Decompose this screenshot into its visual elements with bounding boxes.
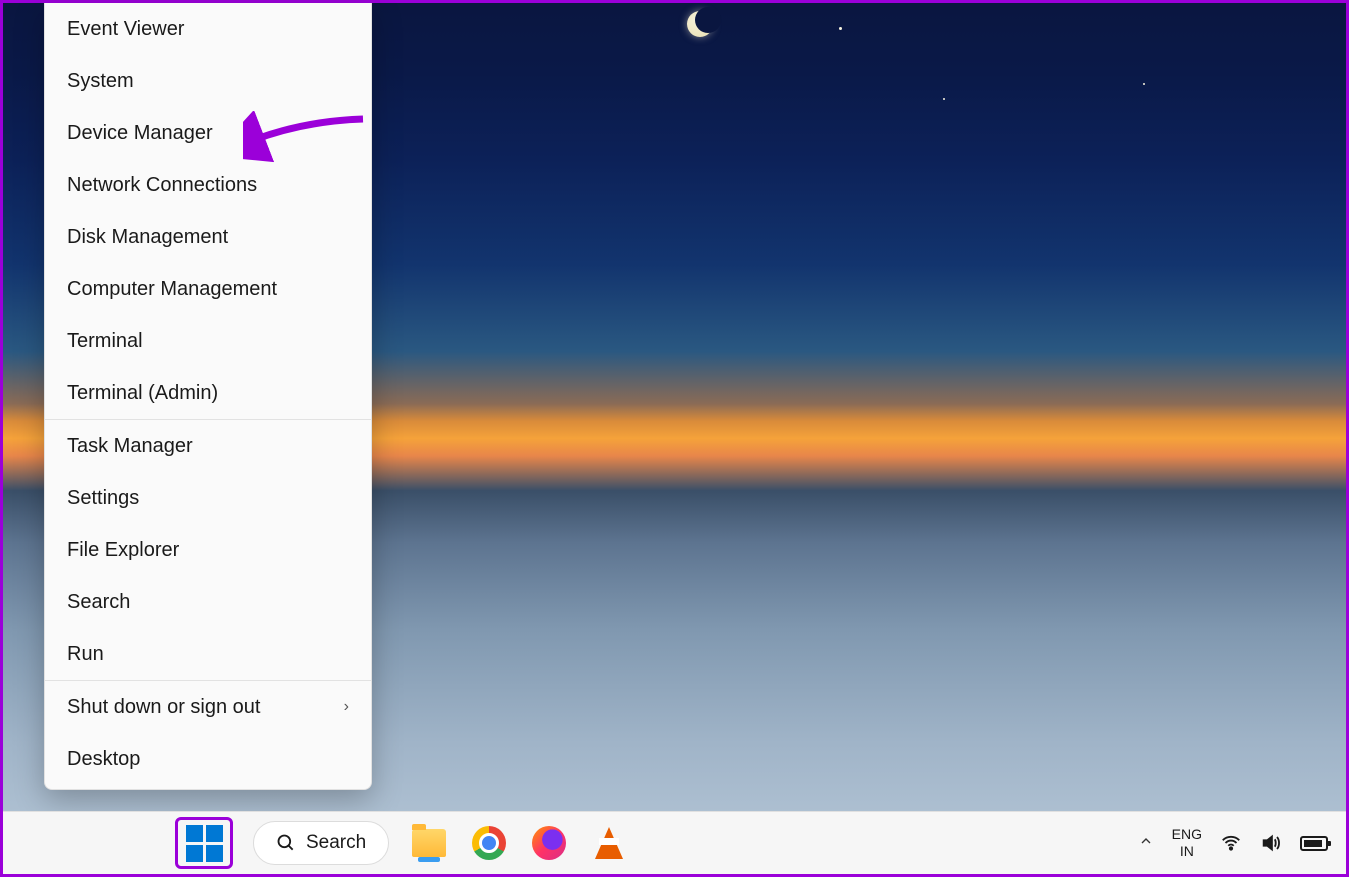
battery-icon [1300,836,1328,851]
lang-line2: IN [1172,843,1202,860]
menu-item-device-manager[interactable]: Device Manager [45,107,371,159]
menu-item-label: Shut down or sign out [67,696,260,719]
taskbar-search[interactable]: Search [253,821,389,865]
volume-indicator[interactable] [1260,832,1282,854]
tray-overflow-chevron[interactable] [1138,833,1154,853]
file-explorer-icon [412,829,446,857]
taskbar-app-file-explorer[interactable] [409,823,449,863]
taskbar-app-firefox[interactable] [529,823,569,863]
taskbar: Search ENG IN [3,811,1346,874]
menu-item-label: Terminal (Admin) [67,382,218,405]
firefox-icon [532,826,566,860]
menu-item-desktop[interactable]: Desktop [45,733,371,785]
menu-item-label: Task Manager [67,435,193,458]
menu-item-label: Disk Management [67,226,228,249]
taskbar-app-vlc[interactable] [589,823,629,863]
menu-item-shut-down-or-sign-out[interactable]: Shut down or sign out › [45,681,371,733]
taskbar-app-chrome[interactable] [469,823,509,863]
menu-item-system[interactable]: System [45,55,371,107]
menu-item-label: Device Manager [67,122,213,145]
menu-item-label: Settings [67,487,139,510]
battery-indicator[interactable] [1300,836,1328,851]
menu-item-settings[interactable]: Settings [45,472,371,524]
menu-item-terminal-admin[interactable]: Terminal (Admin) [45,367,371,419]
moon-graphic [687,11,713,37]
menu-item-terminal[interactable]: Terminal [45,315,371,367]
menu-item-label: System [67,70,134,93]
menu-item-label: Run [67,643,104,666]
menu-item-disk-management[interactable]: Disk Management [45,211,371,263]
menu-item-network-connections[interactable]: Network Connections [45,159,371,211]
menu-item-label: Network Connections [67,174,257,197]
winx-context-menu: Event Viewer System Device Manager Network … [44,3,372,790]
chevron-up-icon [1138,833,1154,849]
chevron-right-icon: › [344,698,349,716]
search-icon [276,833,296,853]
star-graphic [1143,83,1145,85]
menu-item-file-explorer[interactable]: File Explorer [45,524,371,576]
menu-item-label: File Explorer [67,539,179,562]
menu-item-run[interactable]: Run [45,628,371,680]
windows-logo-icon [186,825,223,862]
menu-item-task-manager[interactable]: Task Manager [45,420,371,472]
star-graphic [839,27,842,30]
wifi-indicator[interactable] [1220,832,1242,854]
wifi-icon [1220,832,1242,854]
menu-item-computer-management[interactable]: Computer Management [45,263,371,315]
menu-item-label: Desktop [67,748,140,771]
lang-line1: ENG [1172,826,1202,843]
search-label: Search [306,832,366,854]
language-indicator[interactable]: ENG IN [1172,826,1202,860]
star-graphic [943,98,945,100]
menu-item-search[interactable]: Search [45,576,371,628]
menu-item-label: Search [67,591,130,614]
vlc-icon [595,827,623,859]
speaker-icon [1260,832,1282,854]
menu-item-event-viewer[interactable]: Event Viewer [45,3,371,55]
menu-item-label: Computer Management [67,278,277,301]
menu-item-label: Terminal [67,330,143,353]
menu-item-label: Event Viewer [67,18,184,41]
start-button[interactable] [175,817,233,869]
chrome-icon [472,826,506,860]
